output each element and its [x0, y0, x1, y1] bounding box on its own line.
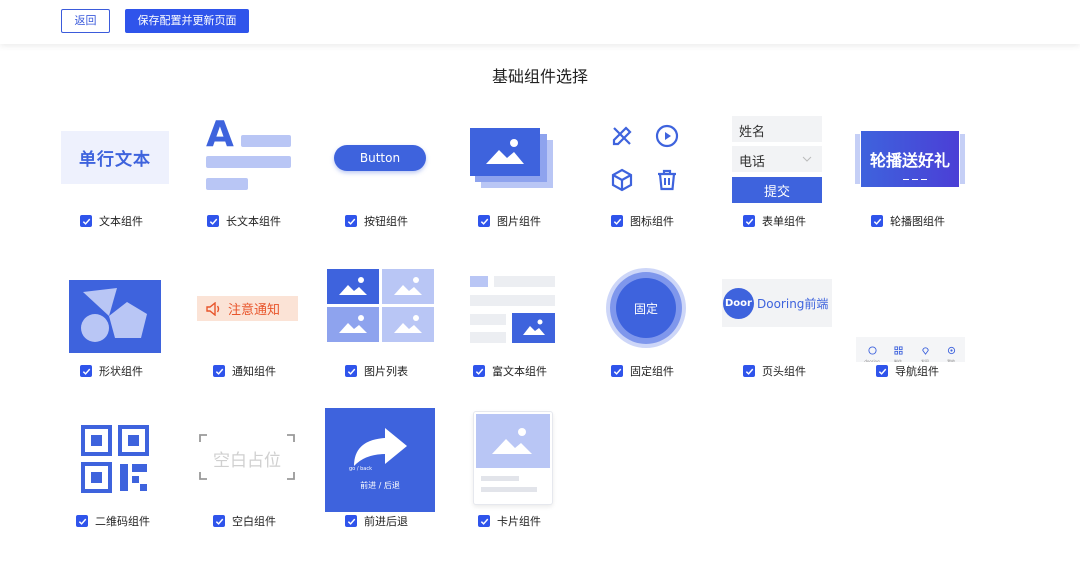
header-logo-text: Door	[725, 298, 752, 309]
image-list-preview	[327, 269, 435, 343]
checkbox[interactable]	[478, 215, 490, 227]
checkbox[interactable]	[76, 515, 88, 527]
nav-item: 发现	[921, 359, 929, 362]
qrcode-preview	[80, 424, 150, 494]
component-label: 长文本组件	[226, 215, 281, 228]
icon-preview	[606, 120, 686, 200]
checkbox[interactable]	[743, 215, 755, 227]
component-label: 富文本组件	[492, 365, 547, 378]
page-title: 基础组件选择	[491, 67, 588, 86]
component-label: 空白组件	[232, 515, 276, 528]
header-preview: Door Dooring前端	[722, 279, 832, 327]
settings-icon	[947, 346, 955, 355]
back-forward-preview: go / back 前进 / 后退	[325, 408, 435, 512]
back-button[interactable]: 返回	[61, 9, 110, 33]
component-label: 页头组件	[762, 365, 806, 378]
image-preview	[469, 126, 557, 190]
checkbox[interactable]	[473, 365, 485, 377]
long-text-letter: A	[206, 118, 234, 155]
nav-preview: dooring 制作 发现 我的	[856, 337, 965, 362]
component-label: 二维码组件	[95, 515, 150, 528]
text-preview-label: 单行文本	[79, 150, 151, 170]
pin-icon	[921, 347, 929, 355]
checkbox[interactable]	[611, 215, 623, 227]
top-toolbar: 返回 保存配置并更新页面	[0, 0, 1080, 44]
text-preview: 单行文本	[61, 131, 169, 184]
fixed-preview-label: 固定	[633, 301, 658, 316]
checkbox[interactable]	[207, 215, 219, 227]
nav-item: 我的	[947, 359, 955, 362]
card-preview	[473, 411, 553, 505]
checkbox[interactable]	[345, 515, 357, 527]
forward-arrow-icon	[354, 428, 407, 466]
cube-icon	[611, 168, 633, 192]
trash-icon	[658, 169, 676, 191]
checkbox[interactable]	[345, 365, 357, 377]
checkbox[interactable]	[213, 515, 225, 527]
blank-preview: 空白占位	[197, 432, 297, 482]
image-icon	[486, 139, 524, 164]
checkbox[interactable]	[611, 365, 623, 377]
checkbox[interactable]	[345, 215, 357, 227]
component-label: 表单组件	[762, 215, 806, 228]
form-preview: 姓名 电话 提交	[732, 116, 824, 204]
speaker-icon	[206, 301, 220, 316]
component-label: 卡片组件	[497, 515, 541, 528]
checkbox[interactable]	[80, 215, 92, 227]
form-submit: 提交	[763, 184, 790, 200]
shape-preview	[69, 280, 161, 353]
component-label: 前进后退	[364, 515, 408, 528]
component-label: 导航组件	[895, 365, 939, 378]
nav-item: 制作	[894, 359, 902, 362]
checkbox[interactable]	[80, 365, 92, 377]
qrcode-icon	[81, 425, 149, 493]
pencil-ruler-icon	[612, 126, 632, 146]
long-text-preview: A	[204, 118, 294, 194]
chevron-down-icon	[802, 156, 812, 162]
checkbox[interactable]	[478, 515, 490, 527]
chat-icon	[867, 346, 877, 355]
rich-text-preview	[470, 276, 556, 344]
button-preview-label: Button	[359, 151, 401, 165]
component-label: 按钮组件	[364, 215, 408, 228]
component-label: 形状组件	[99, 365, 143, 378]
fixed-preview: 固定	[606, 268, 686, 348]
component-label: 文本组件	[99, 215, 143, 228]
carousel-preview: 轮播送好礼	[855, 131, 965, 187]
component-label: 轮播图组件	[890, 215, 945, 228]
button-preview: Button	[334, 145, 426, 171]
checkbox[interactable]	[213, 365, 225, 377]
form-field-phone: 电话	[739, 155, 766, 170]
checkbox[interactable]	[743, 365, 755, 377]
carousel-preview-label: 轮播送好礼	[869, 151, 950, 170]
component-label: 图片组件	[497, 215, 541, 228]
form-field-name: 姓名	[739, 125, 766, 140]
save-config-button[interactable]: 保存配置并更新页面	[125, 9, 249, 33]
notice-preview-label: 注意通知	[228, 303, 281, 318]
header-brand-text: Dooring前端	[757, 297, 829, 311]
notice-preview: 注意通知	[197, 296, 298, 321]
grid-icon	[893, 346, 903, 355]
back-forward-small-text: go / back	[349, 466, 372, 472]
play-circle-icon	[655, 124, 679, 148]
component-label: 图片列表	[364, 365, 408, 378]
component-label: 通知组件	[232, 365, 276, 378]
blank-preview-label: 空白占位	[213, 451, 281, 471]
checkbox[interactable]	[871, 215, 883, 227]
component-label: 图标组件	[630, 215, 674, 228]
checkbox[interactable]	[876, 365, 888, 377]
component-label: 固定组件	[630, 365, 674, 378]
back-forward-preview-label: 前进 / 后退	[360, 481, 400, 490]
